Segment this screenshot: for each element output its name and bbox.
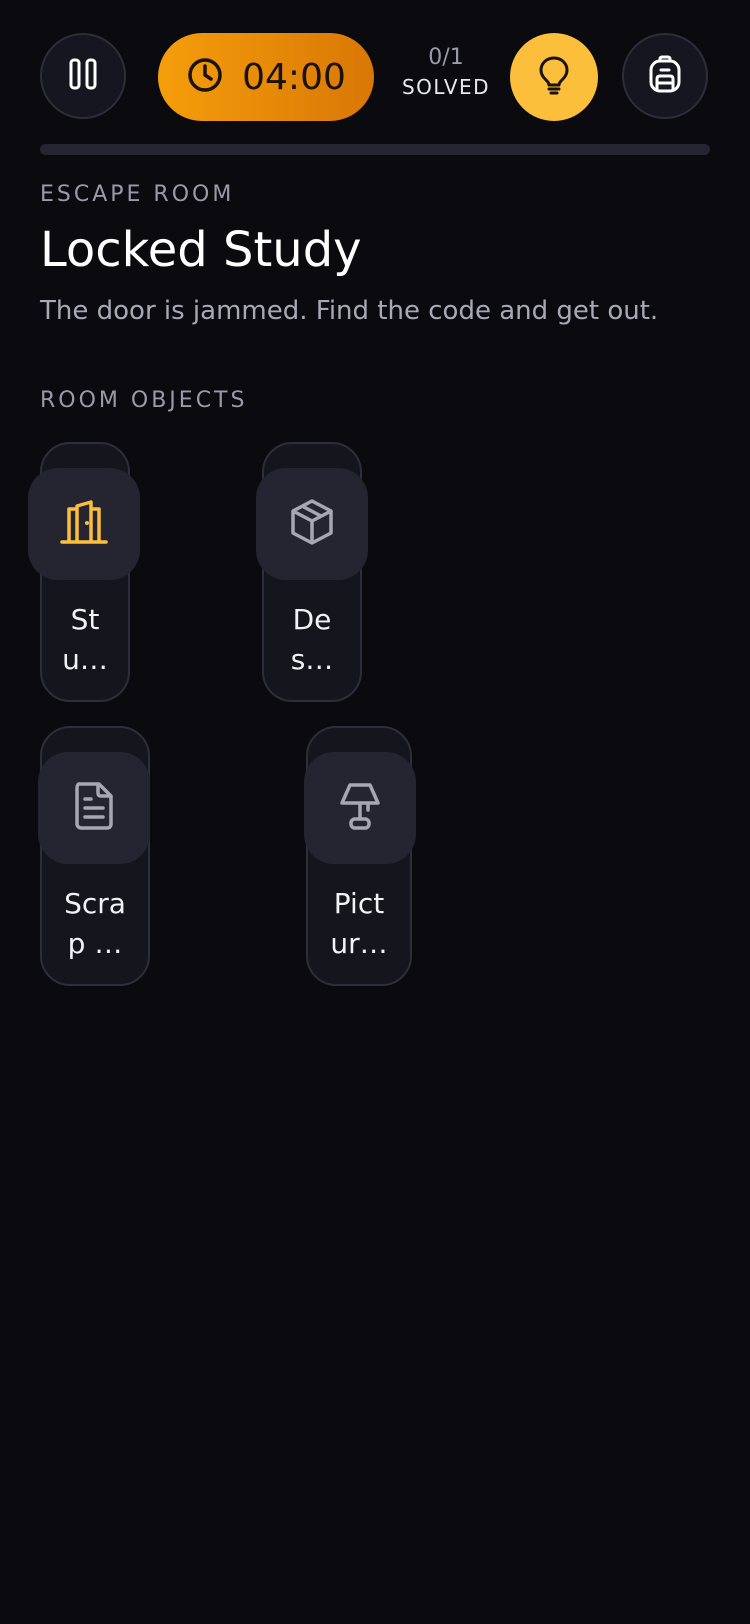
timer-value: 04:00 [242,56,346,98]
object-icon-tile [304,752,416,864]
pause-button[interactable] [40,33,126,119]
object-card-picture[interactable]: Pict ur… [304,726,416,986]
lamp-icon [338,781,382,835]
top-bar: 04:00 0/1 SOLVED [0,0,750,160]
object-label: De s… [290,603,334,676]
room-type-label: ESCAPE ROOM [40,182,235,207]
hint-button[interactable] [510,33,598,121]
lightbulb-icon [537,55,571,99]
object-label: Scra p … [64,887,126,960]
object-icon-tile [256,468,368,580]
clock-icon [186,56,224,98]
document-icon [73,781,115,835]
object-card-desk[interactable]: De s… [256,442,368,702]
object-label: Pict ur… [330,887,388,960]
object-label: St u… [62,603,108,676]
object-card-scrap-paper[interactable]: Scra p … [38,726,150,986]
room-description: The door is jammed. Find the code and ge… [40,296,659,326]
door-icon [59,499,109,549]
room-objects-heading: ROOM OBJECTS [40,388,248,413]
backpack-icon [648,55,682,97]
solved-counter: 0/1 SOLVED [400,44,492,102]
progress-bar [40,144,710,155]
pause-icon [68,57,98,95]
solved-count: 0/1 [428,45,464,70]
page-title: Locked Study [40,222,362,278]
inventory-button[interactable] [622,33,708,119]
box-icon [289,498,335,550]
solved-label: SOLVED [401,75,491,99]
object-card-study-door[interactable]: St u… [28,442,140,702]
timer-display: 04:00 [158,33,374,121]
object-icon-tile [38,752,150,864]
object-icon-tile [28,468,140,580]
